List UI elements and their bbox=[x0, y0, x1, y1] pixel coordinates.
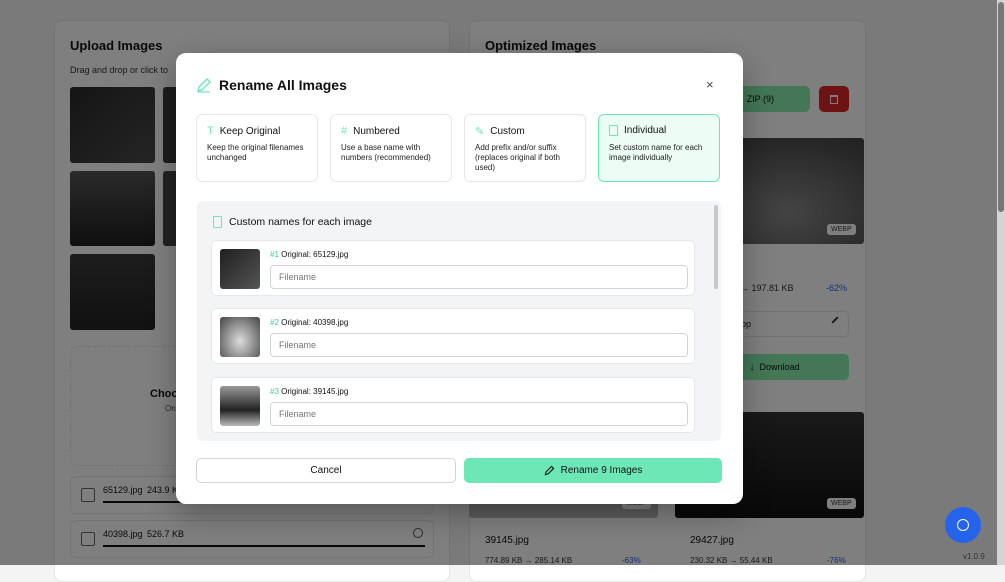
filename-input[interactable] bbox=[270, 402, 688, 426]
option-label: Numbered bbox=[353, 125, 400, 137]
text-t-icon: T bbox=[207, 125, 214, 137]
option-label: Individual bbox=[624, 125, 667, 136]
cancel-button[interactable]: Cancel bbox=[196, 458, 456, 483]
custom-names-list[interactable]: Custom names for each image #1 Original:… bbox=[197, 201, 721, 441]
item-original: Original: 40398.jpg bbox=[281, 318, 349, 327]
item-thumbnail bbox=[220, 386, 260, 426]
page-scrollbar-thumb[interactable] bbox=[998, 2, 1004, 212]
list-scrollbar-thumb[interactable] bbox=[714, 205, 718, 289]
option-individual[interactable]: Individual Set custom name for each imag… bbox=[598, 114, 720, 182]
item-thumbnail bbox=[220, 317, 260, 357]
version-label: v1.0.9 bbox=[963, 552, 985, 561]
rename-images-button[interactable]: Rename 9 Images bbox=[464, 458, 722, 483]
option-description: Keep the original filenames unchanged bbox=[207, 143, 304, 162]
option-numbered[interactable]: # Numbered Use a base name with numbers (… bbox=[330, 114, 452, 182]
hash-icon: # bbox=[341, 125, 348, 137]
item-original: Original: 65129.jpg bbox=[281, 250, 349, 259]
document-icon bbox=[609, 125, 618, 136]
list-title: Custom names for each image bbox=[229, 216, 372, 228]
option-label: Custom bbox=[490, 126, 525, 137]
list-item: #2 Original: 40398.jpg bbox=[211, 308, 695, 364]
document-icon bbox=[213, 216, 222, 228]
option-keep-original[interactable]: T Keep Original Keep the original filenam… bbox=[196, 114, 318, 182]
item-original: Original: 39145.jpg bbox=[281, 387, 349, 396]
item-number: #3 bbox=[270, 387, 279, 396]
item-thumbnail bbox=[220, 249, 260, 289]
option-label: Keep Original bbox=[219, 125, 281, 137]
option-description: Set custom name for each image individua… bbox=[609, 143, 703, 162]
filename-input[interactable] bbox=[270, 265, 688, 289]
filename-input[interactable] bbox=[270, 333, 688, 357]
page-scrollbar[interactable] bbox=[997, 0, 1005, 565]
option-description: Add prefix and/or suffix (replaces origi… bbox=[475, 143, 560, 172]
rename-modal: Rename All Images × T Keep Original Keep … bbox=[176, 53, 743, 504]
pencil-icon bbox=[197, 78, 211, 93]
cancel-label: Cancel bbox=[310, 465, 342, 476]
item-number: #2 bbox=[270, 318, 279, 327]
list-header: Custom names for each image bbox=[213, 216, 372, 228]
pencil-icon bbox=[544, 465, 555, 476]
rename-label: Rename 9 Images bbox=[560, 465, 643, 476]
close-icon[interactable]: × bbox=[706, 77, 714, 92]
list-item: #1 Original: 65129.jpg bbox=[211, 240, 695, 296]
option-custom[interactable]: ✎ Custom Add prefix and/or suffix (replac… bbox=[464, 114, 586, 182]
modal-title: Rename All Images bbox=[219, 77, 347, 93]
list-item: #3 Original: 39145.jpg bbox=[211, 377, 695, 433]
chat-icon bbox=[957, 519, 969, 531]
pencil-icon: ✎ bbox=[475, 126, 485, 138]
option-description: Use a base name with numbers (recommende… bbox=[341, 143, 431, 162]
item-number: #1 bbox=[270, 250, 279, 259]
chat-button[interactable] bbox=[945, 507, 981, 543]
